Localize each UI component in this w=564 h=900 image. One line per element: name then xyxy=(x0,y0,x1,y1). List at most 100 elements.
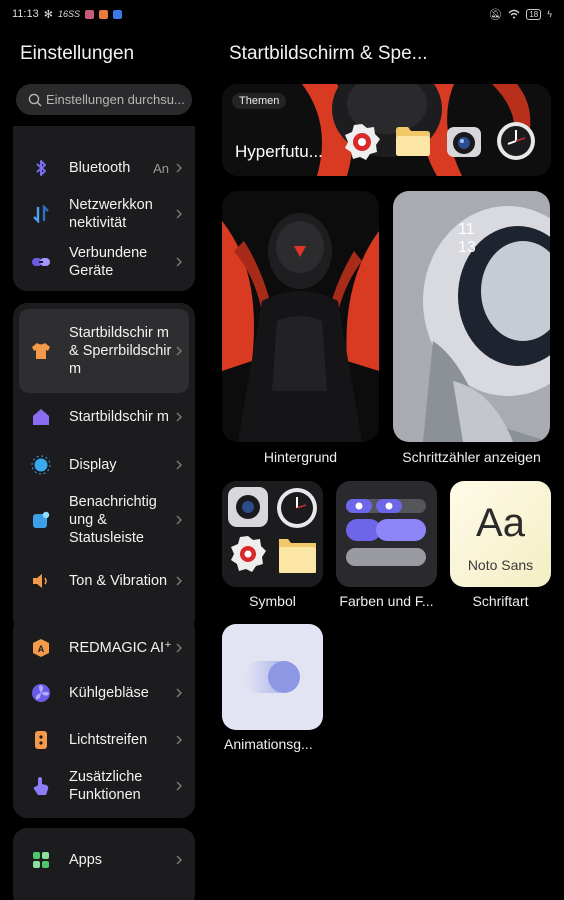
sidebar-item-label: Benachrichtig ung & Statusleiste xyxy=(69,494,157,546)
network-icon xyxy=(31,204,51,224)
lock-clock-hours: 11 xyxy=(458,221,475,238)
app-notification-icon xyxy=(98,9,108,19)
colors-style-tile[interactable] xyxy=(336,481,437,587)
wifi-icon xyxy=(508,9,520,19)
status-network-text: 16SS xyxy=(57,9,80,19)
tile-caption: Animationsg... xyxy=(224,736,313,752)
tile-caption: Schriftart xyxy=(472,593,529,609)
app-notification-icon xyxy=(112,9,122,19)
chevron-right-icon xyxy=(176,346,183,356)
sidebar-item-connected-devices[interactable]: Verbundene Geräte xyxy=(13,240,195,284)
home-icon xyxy=(31,407,51,427)
sidebar-item-label: Kühlgebläse xyxy=(69,685,149,701)
animation-style-tile[interactable] xyxy=(222,624,323,730)
chevron-right-icon xyxy=(176,257,183,267)
color-preview xyxy=(346,499,426,566)
tile-caption: Hintergrund xyxy=(263,449,338,465)
clock-app-icon xyxy=(497,122,535,160)
settings-group-connectivity: Bluetooth An Netzwerkkon nektivität Verb… xyxy=(13,126,195,291)
bluetooth-icon xyxy=(31,158,51,178)
sidebar-item-value: An xyxy=(153,160,169,176)
camera-app-icon xyxy=(447,127,481,157)
speaker-icon xyxy=(31,571,51,591)
font-preview-name: Noto Sans xyxy=(467,557,534,573)
link-icon xyxy=(31,252,51,272)
search-input[interactable]: Einstellungen durchsu... xyxy=(16,84,192,115)
lock-clock-minutes: 13 xyxy=(458,239,476,256)
chevron-right-icon xyxy=(176,855,183,865)
theme-name: Hyperfutu... xyxy=(235,142,323,161)
section-title: Startbildschirm & Spe... xyxy=(229,43,428,64)
mute-icon: 🔕︎ xyxy=(488,8,503,21)
sun-icon xyxy=(31,455,51,475)
sidebar-item-bluetooth[interactable]: Bluetooth An xyxy=(13,150,195,186)
settings-group-apps: Apps xyxy=(13,828,195,900)
chevron-right-icon xyxy=(176,412,183,422)
sidebar-item-label: Startbildschir m & Sperrbildschir m xyxy=(69,325,172,377)
app-notification-icon xyxy=(84,9,94,19)
sidebar-item-network[interactable]: Netzwerkkon nektivität xyxy=(13,192,195,236)
chevron-right-icon xyxy=(176,163,183,173)
status-bar: 11:13 ✻ 16SS 🔕︎ 18 ϟ xyxy=(0,0,564,28)
charging-icon: ϟ xyxy=(547,9,552,19)
animation-preview xyxy=(244,661,300,693)
chevron-right-icon xyxy=(176,576,183,586)
ai-icon: A xyxy=(31,638,51,658)
settings-group-display: Startbildschir m & Sperrbildschir m Star… xyxy=(13,303,195,633)
wallpaper-image xyxy=(222,191,379,442)
sidebar-item-label: Verbundene Geräte xyxy=(69,245,148,279)
sidebar-item-label: Display xyxy=(69,457,117,473)
sidebar-item-label: REDMAGIC AI⁺ xyxy=(69,640,172,656)
font-style-tile[interactable]: Aa Noto Sans xyxy=(450,481,551,587)
sidebar-item-sound[interactable]: Ton & Vibration xyxy=(13,559,195,603)
sidebar-item-label: Ton & Vibration xyxy=(69,573,168,589)
sidebar-item-home-lock-screen[interactable]: Startbildschir m & Sperrbildschir m xyxy=(19,309,189,393)
sidebar-item-light-strip[interactable]: Lichtstreifen xyxy=(13,722,195,758)
wallpaper-preview[interactable] xyxy=(222,191,379,442)
sidebar-item-notifications[interactable]: Benachrichtig ung & Statusleiste xyxy=(13,489,195,551)
icon-preview-grid xyxy=(228,487,317,573)
chevron-right-icon xyxy=(176,735,183,745)
settings-app-icon xyxy=(345,124,380,160)
sidebar-item-extra-features[interactable]: Zusätzliche Funktionen xyxy=(13,764,195,808)
sidebar-item-label: Netzwerkkon nektivität xyxy=(69,197,153,231)
font-preview-glyph: Aa xyxy=(476,501,525,545)
apps-icon xyxy=(31,850,51,870)
icon-style-tile[interactable] xyxy=(222,481,323,587)
settings-sidebar: Einstellungen Einstellungen durchsu... B… xyxy=(0,28,205,900)
sidebar-item-home-screen[interactable]: Startbildschir m xyxy=(13,395,195,439)
settings-group-gaming: A REDMAGIC AI⁺ Kühlgebläse Lichtstreifen… xyxy=(13,616,195,818)
sidebar-item-label: Apps xyxy=(69,852,103,868)
tile-caption: Schrittzähler anzeigen xyxy=(402,449,541,465)
chevron-right-icon xyxy=(176,688,183,698)
sidebar-item-display[interactable]: Display xyxy=(13,447,195,483)
tile-caption: Symbol xyxy=(249,593,296,609)
battery-icon: 18 xyxy=(526,8,542,20)
sidebar-item-label: Zusätzliche Funktionen xyxy=(69,769,143,803)
sidebar-item-cooling-fan[interactable]: Kühlgebläse xyxy=(13,675,195,711)
fan-icon xyxy=(31,683,51,703)
fan-status-icon: ✻ xyxy=(43,8,53,21)
status-time: 11:13 xyxy=(12,8,39,20)
tile-caption: Farben und F... xyxy=(339,593,434,609)
sidebar-item-label: Lichtstreifen xyxy=(69,732,148,748)
pedometer-lockscreen-preview[interactable]: 11 13 xyxy=(393,191,550,442)
chevron-right-icon xyxy=(176,460,183,470)
hand-icon xyxy=(31,776,51,796)
chevron-right-icon xyxy=(176,515,183,525)
page-title: Einstellungen xyxy=(20,43,135,64)
chevron-right-icon xyxy=(176,781,183,791)
sidebar-item-redmagic-ai[interactable]: A REDMAGIC AI⁺ xyxy=(13,628,195,668)
tshirt-icon xyxy=(31,341,51,361)
folder-app-icon xyxy=(396,127,430,156)
search-placeholder: Einstellungen durchsu... xyxy=(46,92,185,107)
chevron-right-icon xyxy=(176,643,183,653)
notification-icon xyxy=(31,510,51,530)
themes-badge[interactable]: Themen xyxy=(232,93,287,109)
light-strip-icon xyxy=(31,730,51,750)
chevron-right-icon xyxy=(176,209,183,219)
sidebar-item-label: Startbildschir m xyxy=(69,409,169,425)
sidebar-item-apps[interactable]: Apps xyxy=(13,842,195,878)
theme-card[interactable]: Themen Hyperfutu... xyxy=(222,84,551,176)
svg-text:A: A xyxy=(38,644,45,654)
